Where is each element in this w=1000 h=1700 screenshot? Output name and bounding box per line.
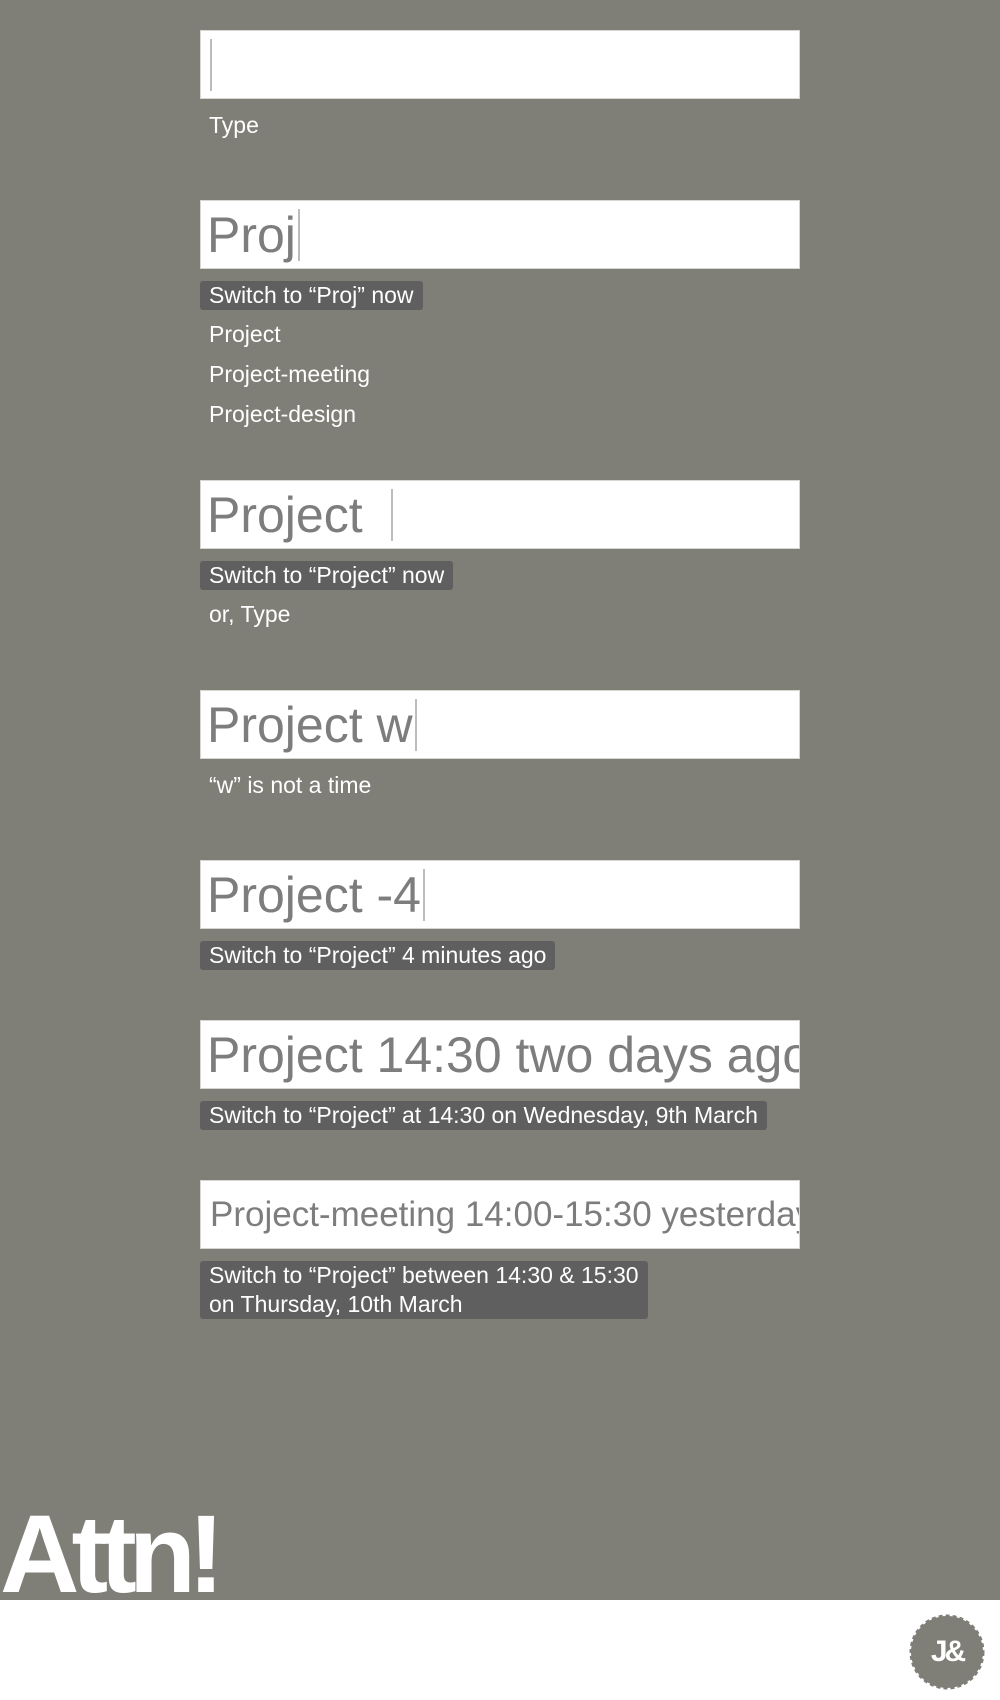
suggestions: “w” is not a time: [200, 771, 800, 800]
suggestion-option[interactable]: Project-design: [200, 400, 356, 429]
input-value: Project-meeting 14:00-15:30 yesterday: [210, 1194, 800, 1234]
text-cursor: [210, 38, 212, 91]
suggestions: Switch to “Project” now or, Type: [200, 561, 800, 629]
suggestions: Switch to “Proj” now Project Project-mee…: [200, 281, 800, 440]
input-value: Project 14:30 two days ago: [207, 1026, 800, 1083]
command-input[interactable]: Project-meeting 14:00-15:30 yesterday: [200, 1180, 800, 1249]
highlighted-suggestion[interactable]: Switch to “Project” 4 minutes ago: [200, 941, 556, 970]
command-input[interactable]: Proj: [200, 200, 800, 269]
text-cursor: [390, 488, 393, 541]
state-project-w: Project w “w” is not a time: [200, 690, 800, 800]
input-value: Project -4: [207, 866, 421, 923]
command-input[interactable]: [200, 30, 800, 99]
suggestions: Switch to “Project” at 14:30 on Wednesda…: [200, 1101, 800, 1140]
suggestions: Type: [200, 111, 800, 140]
highlighted-suggestion[interactable]: Switch to “Proj” now: [200, 281, 423, 310]
state-proj: Proj Switch to “Proj” now Project Projec…: [200, 200, 800, 440]
state-project-meeting-yesterday: Project-meeting 14:00-15:30 yesterday Sw…: [200, 1180, 800, 1329]
j-and-badge: J&: [912, 1617, 982, 1687]
attn-logo: Attn!: [0, 1505, 225, 1605]
footer: [0, 1600, 1000, 1700]
suggestion-option[interactable]: Project: [200, 320, 281, 349]
text-cursor: [422, 868, 425, 921]
input-value: Proj: [207, 206, 296, 263]
badge-text: J&: [930, 1635, 966, 1668]
state-project: Project Switch to “Project” now or, Type: [200, 480, 800, 629]
command-input[interactable]: Project 14:30 two days ago: [200, 1020, 800, 1089]
highlighted-suggestion[interactable]: Switch to “Project” between 14:30 & 15:3…: [200, 1261, 648, 1319]
text-cursor: [414, 698, 417, 751]
command-input[interactable]: Project w: [200, 690, 800, 759]
suggestion-option[interactable]: Project-meeting: [200, 360, 370, 389]
hint-text: “w” is not a time: [209, 772, 372, 798]
hint-text: Type: [209, 112, 259, 138]
state-project-two-days-ago: Project 14:30 two days ago Switch to “Pr…: [200, 1020, 800, 1140]
input-value: Project: [207, 486, 377, 543]
suggestions: Switch to “Project” between 14:30 & 15:3…: [200, 1261, 800, 1329]
state-empty: Type: [200, 30, 800, 140]
highlighted-suggestion[interactable]: Switch to “Project” at 14:30 on Wednesda…: [200, 1101, 767, 1130]
input-value: Project w: [207, 696, 413, 753]
text-cursor: [297, 208, 300, 261]
command-input[interactable]: Project -4: [200, 860, 800, 929]
command-input[interactable]: Project: [200, 480, 800, 549]
highlighted-suggestion[interactable]: Switch to “Project” now: [200, 561, 454, 590]
hint-text: or, Type: [209, 601, 291, 627]
suggestions: Switch to “Project” 4 minutes ago: [200, 941, 800, 980]
state-project-minus-4: Project -4 Switch to “Project” 4 minutes…: [200, 860, 800, 980]
suggestion-line: on Thursday, 10th March: [209, 1291, 463, 1317]
suggestion-line: Switch to “Project” between 14:30 & 15:3…: [209, 1262, 639, 1288]
